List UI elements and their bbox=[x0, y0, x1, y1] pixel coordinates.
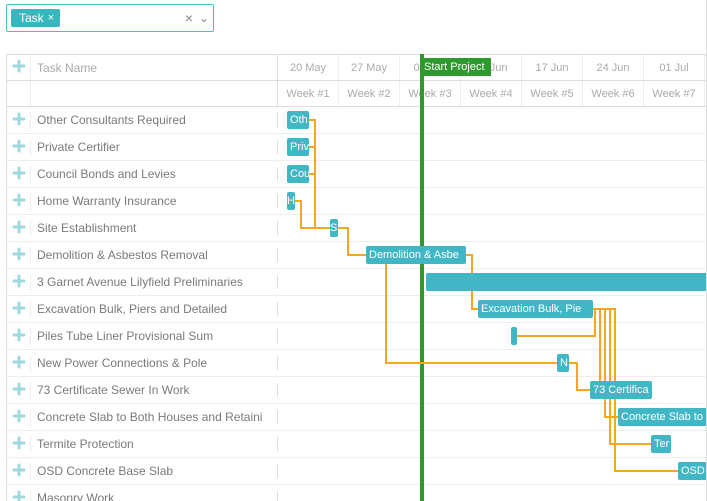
header-date: 24 Jun bbox=[583, 55, 644, 80]
header-row-dates: Task Name 20 May27 May03 Jun10 Jun17 Jun… bbox=[7, 55, 706, 81]
header-week: Week #2 bbox=[339, 81, 400, 106]
plus-icon bbox=[12, 193, 26, 210]
plus-icon bbox=[12, 274, 26, 291]
chip-remove-icon[interactable]: × bbox=[48, 12, 54, 24]
gantt-bar[interactable]: N bbox=[557, 354, 569, 372]
task-name[interactable]: New Power Connections & Pole bbox=[31, 356, 278, 370]
column-header-name: Task Name bbox=[31, 55, 278, 80]
task-name[interactable]: Council Bonds and Levies bbox=[31, 167, 278, 181]
plus-icon bbox=[12, 139, 26, 156]
gantt-bar[interactable]: Oth bbox=[287, 111, 309, 129]
gantt-bar[interactable]: Priv bbox=[287, 138, 309, 156]
task-name[interactable]: Concrete Slab to Both Houses and Retaini bbox=[31, 410, 278, 424]
plus-icon bbox=[12, 436, 26, 453]
expand-task-button[interactable] bbox=[7, 490, 31, 501]
header-week: Week #7 bbox=[644, 81, 705, 106]
gantt-bar[interactable]: Excavation Bulk, Pie bbox=[478, 300, 593, 318]
add-task-button[interactable] bbox=[7, 55, 31, 80]
gantt-bar[interactable]: 73 Certifica bbox=[590, 381, 652, 399]
plus-icon bbox=[12, 328, 26, 345]
expand-task-button[interactable] bbox=[7, 274, 31, 291]
expand-task-button[interactable] bbox=[7, 112, 31, 129]
gantt-bar[interactable] bbox=[511, 327, 517, 345]
header-date: 27 May bbox=[339, 55, 400, 80]
gantt-bar[interactable]: S bbox=[330, 219, 338, 237]
gantt-bar[interactable]: Ter bbox=[651, 435, 671, 453]
task-name[interactable]: Site Establishment bbox=[31, 221, 278, 235]
gantt-bar[interactable]: OSD C bbox=[678, 462, 707, 480]
task-name[interactable]: Demolition & Asbestos Removal bbox=[31, 248, 278, 262]
filter-chip-label: Task bbox=[19, 11, 44, 25]
gantt-grid: Task Name 20 May27 May03 Jun10 Jun17 Jun… bbox=[6, 54, 706, 501]
gantt-bar[interactable] bbox=[426, 273, 707, 291]
expand-task-button[interactable] bbox=[7, 193, 31, 210]
header-week: Week #5 bbox=[522, 81, 583, 106]
task-name[interactable]: 73 Certificate Sewer In Work bbox=[31, 383, 278, 397]
task-name[interactable]: Other Consultants Required bbox=[31, 113, 278, 127]
plus-icon bbox=[12, 409, 26, 426]
filter-clear-icon[interactable]: × bbox=[185, 10, 193, 26]
expand-task-button[interactable] bbox=[7, 436, 31, 453]
task-name[interactable]: Masonry Work bbox=[31, 491, 278, 501]
plus-icon bbox=[12, 220, 26, 237]
filter-chip-task[interactable]: Task × bbox=[11, 9, 60, 27]
header-spacer-name bbox=[31, 81, 278, 106]
chevron-down-icon[interactable]: ⌄ bbox=[199, 11, 209, 25]
plus-icon bbox=[12, 301, 26, 318]
gantt-bar[interactable]: H bbox=[287, 192, 295, 210]
header-date: 17 Jun bbox=[522, 55, 583, 80]
expand-task-button[interactable] bbox=[7, 382, 31, 399]
plus-icon bbox=[12, 59, 26, 76]
header-week: Week #4 bbox=[461, 81, 522, 106]
header-weeks: Week #1Week #2Week #3Week #4Week #5Week … bbox=[278, 81, 706, 106]
header-row-weeks: Week #1Week #2Week #3Week #4Week #5Week … bbox=[7, 81, 706, 107]
expand-task-button[interactable] bbox=[7, 139, 31, 156]
plus-icon bbox=[12, 490, 26, 501]
task-name[interactable]: Excavation Bulk, Piers and Detailed bbox=[31, 302, 278, 316]
header-week: Week #1 bbox=[278, 81, 339, 106]
plus-icon bbox=[12, 166, 26, 183]
plus-icon bbox=[12, 112, 26, 129]
task-name[interactable]: 3 Garnet Avenue Lilyfield Preliminaries bbox=[31, 275, 278, 289]
header-week: Week #3 bbox=[400, 81, 461, 106]
task-name[interactable]: Termite Protection bbox=[31, 437, 278, 451]
gantt-bar[interactable]: Demolition & Asbe bbox=[366, 246, 466, 264]
task-name[interactable]: Home Warranty Insurance bbox=[31, 194, 278, 208]
header-week: Week #6 bbox=[583, 81, 644, 106]
filter-bar[interactable]: Task × × ⌄ bbox=[6, 4, 214, 32]
task-name[interactable]: Piles Tube Liner Provisional Sum bbox=[31, 329, 278, 343]
expand-task-button[interactable] bbox=[7, 355, 31, 372]
header-date: 20 May bbox=[278, 55, 339, 80]
start-project-flag: Start Project bbox=[420, 58, 491, 76]
expand-task-button[interactable] bbox=[7, 166, 31, 183]
plus-icon bbox=[12, 247, 26, 264]
expand-task-button[interactable] bbox=[7, 463, 31, 480]
plus-icon bbox=[12, 382, 26, 399]
expand-task-button[interactable] bbox=[7, 301, 31, 318]
task-name[interactable]: Private Certifier bbox=[31, 140, 278, 154]
header-date: 01 Jul bbox=[644, 55, 705, 80]
gantt-bar[interactable]: Cou bbox=[287, 165, 309, 183]
expand-task-button[interactable] bbox=[7, 409, 31, 426]
header-spacer bbox=[7, 81, 31, 106]
gantt-overlay: Start Project OthPrivCouHSDemolition & A… bbox=[278, 107, 706, 501]
expand-task-button[interactable] bbox=[7, 328, 31, 345]
start-project-label: Start Project bbox=[424, 61, 485, 73]
expand-task-button[interactable] bbox=[7, 220, 31, 237]
header-dates: 20 May27 May03 Jun10 Jun17 Jun24 Jun01 J… bbox=[278, 55, 706, 80]
task-name[interactable]: OSD Concrete Base Slab bbox=[31, 464, 278, 478]
plus-icon bbox=[12, 355, 26, 372]
column-header-name-label: Task Name bbox=[37, 61, 97, 75]
plus-icon bbox=[12, 463, 26, 480]
expand-task-button[interactable] bbox=[7, 247, 31, 264]
gantt-bar[interactable]: Concrete Slab to Bo bbox=[618, 408, 707, 426]
